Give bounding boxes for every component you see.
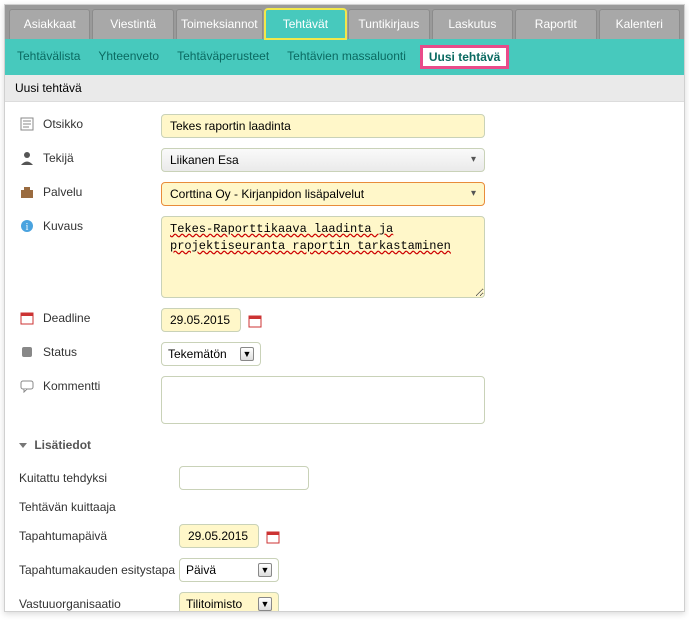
chevron-down-icon: ▼ — [258, 597, 272, 611]
label-palvelu: Palvelu — [43, 182, 153, 199]
label-kommentti: Kommentti — [43, 376, 153, 393]
esitystapa-select[interactable]: Päivä ▼ — [179, 558, 279, 582]
vastuu-select[interactable]: Tilitoimisto ▼ — [179, 592, 279, 612]
calendar-picker-icon[interactable] — [266, 530, 280, 544]
tab-tehtavat[interactable]: Tehtävät — [265, 9, 346, 39]
tekija-select[interactable]: Liikanen Esa ▾ — [161, 148, 485, 172]
tab-viestinta[interactable]: Viestintä — [92, 9, 173, 39]
app-frame: Asiakkaat Viestintä Toimeksiannot Tehtäv… — [4, 4, 685, 612]
palvelu-value: Corttina Oy - Kirjanpidon lisäpalvelut — [170, 187, 364, 201]
caret-down-icon — [19, 443, 27, 448]
row-kuvaus: i Kuvaus Tekes-Raporttikaava laadinta ja… — [19, 216, 670, 298]
details-title: Lisätiedot — [34, 438, 91, 452]
row-tekija: Tekijä Liikanen Esa ▾ — [19, 148, 670, 172]
esitystapa-value: Päivä — [186, 563, 216, 577]
row-vastuu: Vastuuorganisaatio Tilitoimisto ▼ — [19, 592, 670, 612]
row-tapahtumapaiva: Tapahtumapäivä — [19, 524, 670, 548]
kommentti-textarea[interactable] — [161, 376, 485, 424]
row-esitystapa: Tapahtumakauden esitystapa Päivä ▼ — [19, 558, 670, 582]
tab-asiakkaat[interactable]: Asiakkaat — [9, 9, 90, 39]
briefcase-icon — [19, 184, 35, 200]
subtab-massaluonti[interactable]: Tehtävien massaluonti — [283, 45, 410, 69]
tab-raportit[interactable]: Raportit — [515, 9, 596, 39]
label-esitystapa: Tapahtumakauden esitystapa — [19, 563, 179, 577]
tapahtumapaiva-input[interactable] — [179, 524, 259, 548]
section-title: Uusi tehtävä — [5, 75, 684, 102]
title-icon — [19, 116, 35, 132]
comment-icon — [19, 378, 35, 394]
subtab-tehtavalista[interactable]: Tehtävälista — [13, 45, 84, 69]
tab-kalenteri[interactable]: Kalenteri — [599, 9, 680, 39]
tab-laskutus[interactable]: Laskutus — [432, 9, 513, 39]
form: Otsikko Tekijä Liikanen Esa ▾ Palve — [5, 102, 684, 612]
chevron-down-icon: ▾ — [471, 155, 476, 165]
person-icon — [19, 150, 35, 166]
row-kuitattu: Kuitattu tehdyksi — [19, 466, 670, 490]
subtab-yhteenveto[interactable]: Yhteenveto — [94, 45, 163, 69]
info-icon: i — [19, 218, 35, 234]
calendar-picker-icon[interactable] — [248, 314, 262, 328]
chevron-down-icon: ▼ — [240, 347, 254, 361]
label-otsikko: Otsikko — [43, 114, 153, 131]
label-kuitattu: Kuitattu tehdyksi — [19, 471, 179, 485]
tab-tuntikirjaus[interactable]: Tuntikirjaus — [348, 9, 429, 39]
row-palvelu: Palvelu Corttina Oy - Kirjanpidon lisäpa… — [19, 182, 670, 206]
palvelu-select[interactable]: Corttina Oy - Kirjanpidon lisäpalvelut ▾ — [161, 182, 485, 206]
sub-nav: Tehtävälista Yhteenveto Tehtäväperusteet… — [5, 39, 684, 75]
row-status: Status Tekemätön ▼ — [19, 342, 670, 366]
svg-text:i: i — [26, 222, 29, 233]
kuvaus-textarea[interactable]: Tekes-Raporttikaava laadinta ja projekti… — [161, 216, 485, 298]
row-deadline: Deadline — [19, 308, 670, 332]
kuitattu-input[interactable] — [179, 466, 309, 490]
deadline-input[interactable] — [161, 308, 241, 332]
label-deadline: Deadline — [43, 308, 153, 325]
subtab-tehtavaperusteet[interactable]: Tehtäväperusteet — [173, 45, 273, 69]
tab-toimeksiannot[interactable]: Toimeksiannot — [176, 9, 263, 39]
status-select[interactable]: Tekemätön ▼ — [161, 342, 261, 366]
label-status: Status — [43, 342, 153, 359]
chevron-down-icon: ▾ — [471, 189, 476, 199]
label-kuittaaja: Tehtävän kuittaaja — [19, 500, 179, 514]
subtab-uusi-tehtava[interactable]: Uusi tehtävä — [420, 45, 509, 69]
label-kuvaus: Kuvaus — [43, 216, 153, 233]
status-icon — [19, 344, 35, 360]
details-header[interactable]: Lisätiedot — [19, 434, 670, 456]
label-tekija: Tekijä — [43, 148, 153, 165]
chevron-down-icon: ▼ — [258, 563, 272, 577]
row-otsikko: Otsikko — [19, 114, 670, 138]
label-vastuu: Vastuuorganisaatio — [19, 597, 179, 611]
calendar-icon — [19, 310, 35, 326]
status-value: Tekemätön — [168, 347, 227, 361]
label-tapahtumapaiva: Tapahtumapäivä — [19, 529, 179, 543]
row-kuittaaja: Tehtävän kuittaaja — [19, 500, 670, 514]
row-kommentti: Kommentti — [19, 376, 670, 424]
top-nav: Asiakkaat Viestintä Toimeksiannot Tehtäv… — [5, 5, 684, 39]
otsikko-input[interactable] — [161, 114, 485, 138]
tekija-value: Liikanen Esa — [170, 153, 239, 167]
vastuu-value: Tilitoimisto — [186, 597, 242, 611]
